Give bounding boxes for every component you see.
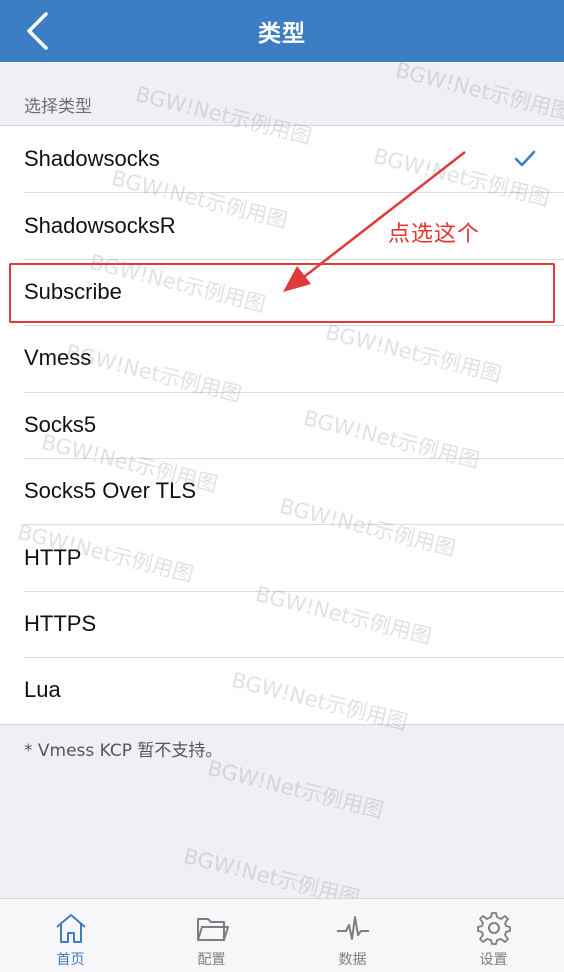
type-label: Socks5 Over TLS — [24, 478, 196, 504]
navigation-bar: 类型 — [0, 0, 564, 62]
section-header: 选择类型 — [24, 97, 92, 117]
tab-config[interactable]: 配置 — [141, 899, 282, 972]
folder-icon — [196, 918, 229, 941]
type-list: Shadowsocks ShadowsocksR Subscribe Vmess… — [0, 125, 564, 725]
annotation-label: 点选这个 — [388, 222, 481, 247]
type-row-http[interactable]: HTTP — [0, 524, 564, 590]
type-label: Vmess — [24, 345, 92, 371]
gear-icon — [476, 912, 511, 945]
type-row-lua[interactable]: Lua — [0, 657, 564, 723]
tab-data[interactable]: 数据 — [282, 899, 423, 972]
tab-label: 配置 — [197, 952, 226, 968]
checkmark-icon — [512, 146, 538, 172]
page-title: 类型 — [258, 21, 306, 47]
pulse-icon — [336, 916, 369, 940]
type-label: Lua — [24, 677, 61, 703]
type-label: Socks5 — [24, 411, 97, 437]
back-button[interactable] — [14, 8, 60, 54]
type-row-vmess[interactable]: Vmess — [0, 325, 564, 391]
tab-home[interactable]: 首页 — [0, 899, 141, 972]
home-icon — [55, 914, 86, 943]
footnote: * Vmess KCP 暂不支持。 — [24, 741, 223, 761]
tab-label: 设置 — [479, 952, 508, 968]
type-row-subscribe[interactable]: Subscribe — [0, 258, 564, 325]
tab-label: 首页 — [56, 952, 85, 968]
type-label: Shadowsocks — [24, 146, 160, 172]
tab-label: 数据 — [338, 952, 367, 968]
type-row-shadowsocks[interactable]: Shadowsocks — [0, 126, 564, 192]
tab-bar: 首页 配置 数据 设置 — [0, 898, 564, 972]
watermark: BGW!Net示例用图 — [393, 57, 564, 125]
type-label: HTTP — [24, 544, 82, 570]
chevron-left-icon — [27, 12, 48, 50]
watermark: BGW!Net示例用图 — [205, 755, 387, 823]
type-label: HTTPS — [24, 610, 97, 636]
type-row-socks5-over-tls[interactable]: Socks5 Over TLS — [0, 457, 564, 524]
type-row-https[interactable]: HTTPS — [0, 590, 564, 657]
type-row-socks5[interactable]: Socks5 — [0, 391, 564, 458]
tab-settings[interactable]: 设置 — [423, 899, 564, 972]
type-label: Subscribe — [24, 278, 122, 304]
